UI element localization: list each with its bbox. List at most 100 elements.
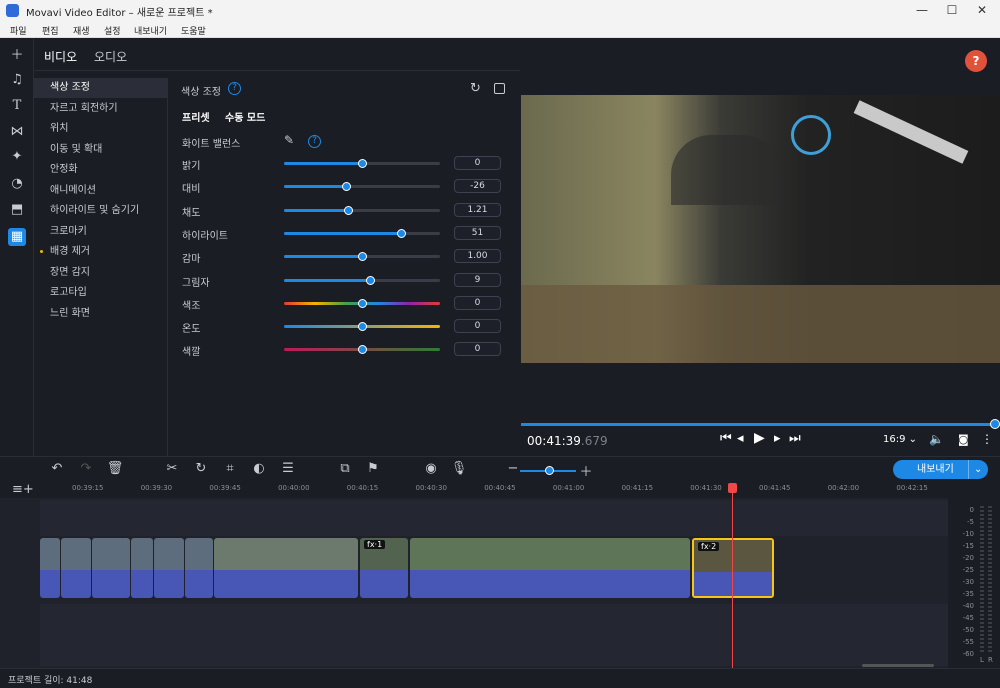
microphone-icon[interactable]: 🎙 — [450, 461, 468, 476]
crop-icon[interactable]: ⌗ — [221, 461, 239, 476]
zoom-in-icon[interactable]: ＋ — [577, 461, 595, 480]
category-scene-detect[interactable]: 장면 감지 — [34, 263, 168, 283]
help-icon[interactable]: ? — [228, 82, 241, 95]
category-crop-rotate[interactable]: 자르고 회전하기 — [34, 99, 168, 119]
plus-icon[interactable]: ＋ — [8, 47, 26, 65]
close-button[interactable]: ✕ — [972, 3, 992, 17]
reset-icon[interactable]: ↻ — [470, 81, 481, 96]
menu-export[interactable]: 내보내기 — [134, 24, 167, 37]
horizontal-scrollbar[interactable] — [862, 664, 934, 667]
adjust-slider[interactable] — [284, 298, 440, 308]
adjust-slider[interactable] — [284, 275, 440, 285]
fx-badge[interactable]: fx·1 — [364, 540, 386, 549]
tab-presets[interactable]: 프리셋 — [182, 109, 210, 124]
sticker-icon[interactable]: ✦ — [8, 148, 26, 166]
video-clip[interactable] — [185, 538, 213, 598]
undo-icon[interactable]: ↶ — [48, 461, 66, 476]
adjust-slider[interactable] — [284, 205, 440, 215]
slider-knob[interactable] — [397, 228, 406, 238]
fx-badge[interactable]: fx·2 — [698, 542, 720, 551]
menu-play[interactable]: 재생 — [73, 24, 90, 37]
skip-start-icon[interactable]: ⏮ — [720, 431, 732, 446]
transition-icon[interactable]: ⋈ — [8, 123, 26, 141]
tab-audio[interactable]: 오디오 — [94, 48, 127, 65]
slider-knob[interactable] — [358, 322, 367, 332]
playhead[interactable] — [732, 484, 733, 668]
help-icon[interactable]: ? — [308, 135, 321, 148]
category-slow-motion[interactable]: 느린 화면 — [34, 304, 168, 324]
video-clip[interactable] — [61, 538, 91, 598]
zoom-out-icon[interactable]: − — [504, 461, 522, 476]
effects-icon[interactable]: ▦ — [8, 228, 26, 246]
slider-value-input[interactable]: 0 — [454, 156, 501, 170]
slider-value-input[interactable]: 0 — [454, 342, 501, 357]
overlay-icon[interactable]: ⧉ — [336, 461, 354, 476]
adjust-slider[interactable] — [284, 228, 440, 238]
video-clip[interactable] — [92, 538, 130, 598]
category-pan-zoom[interactable]: 이동 및 확대 — [34, 140, 168, 160]
slider-value-input[interactable]: -26 — [454, 179, 501, 194]
menu-edit[interactable]: 편집 — [42, 24, 59, 37]
category-color-adjust[interactable]: 색상 조정 — [34, 78, 168, 98]
menu-settings[interactable]: 설정 — [104, 24, 121, 37]
menu-file[interactable]: 파일 — [10, 24, 27, 37]
video-clip[interactable] — [154, 538, 184, 598]
slider-knob[interactable] — [358, 345, 367, 355]
category-animation[interactable]: 애니메이션 — [34, 181, 168, 201]
video-clip[interactable] — [214, 538, 358, 598]
category-stabilize[interactable]: 안정화 — [34, 160, 168, 180]
more-icon[interactable]: ⋮ — [981, 432, 993, 446]
slider-knob[interactable] — [358, 252, 367, 262]
minimize-button[interactable]: — — [912, 3, 932, 17]
prev-frame-icon[interactable]: ◂ — [737, 431, 744, 446]
category-logo[interactable]: 로고타입 — [34, 283, 168, 303]
aspect-ratio-select[interactable]: 16:9 ⌄ — [883, 434, 917, 445]
music-track[interactable] — [40, 604, 948, 666]
clock-icon[interactable]: ◔ — [8, 175, 26, 193]
video-clip[interactable] — [40, 538, 60, 598]
adjust-slider[interactable] — [284, 322, 440, 332]
slider-value-input[interactable]: 1.00 — [454, 249, 501, 264]
eyedropper-icon[interactable]: ✎ — [284, 133, 294, 147]
video-clip[interactable] — [410, 538, 690, 598]
slider-value-input[interactable]: 51 — [454, 225, 501, 240]
slider-value-input[interactable]: 1.21 — [454, 202, 501, 217]
video-clip[interactable]: fx·1 — [360, 538, 408, 598]
time-ruler[interactable]: 00:39:15 00:39:30 00:39:45 00:40:00 00:40:15… — [40, 482, 948, 498]
video-clip[interactable] — [131, 538, 153, 598]
category-highlight-hide[interactable]: 하이라이트 및 숨기기 — [34, 201, 168, 221]
redo-icon[interactable]: ↷ — [77, 461, 95, 476]
slider-knob[interactable] — [365, 275, 375, 285]
menu-help[interactable]: 도움말 — [181, 24, 206, 37]
tab-video[interactable]: 비디오 — [44, 48, 77, 65]
skip-end-icon[interactable]: ⏭ — [789, 431, 801, 446]
music-icon[interactable]: ♫ — [8, 71, 26, 89]
help-button[interactable]: ? — [965, 50, 987, 72]
adjust-slider[interactable] — [284, 252, 440, 262]
text-icon[interactable]: T — [8, 97, 26, 115]
category-position[interactable]: 위치 — [34, 119, 168, 139]
webcam-icon[interactable]: ◉ — [422, 461, 440, 476]
cut-icon[interactable]: ✂ — [163, 461, 181, 476]
slider-knob[interactable] — [358, 159, 367, 168]
selected-video-clip[interactable]: fx·2 — [692, 538, 774, 598]
category-background-removal[interactable]: 배경 제거 — [34, 242, 168, 262]
export-icon[interactable]: ⬒ — [8, 201, 26, 219]
play-icon[interactable]: ▶ — [754, 430, 765, 446]
snapshot-icon[interactable]: ◙ — [958, 433, 969, 446]
volume-icon[interactable]: 🔈 — [929, 432, 944, 446]
text-track[interactable] — [40, 500, 948, 536]
slider-value-input[interactable]: 0 — [454, 319, 501, 334]
marker-icon[interactable]: ⚑ — [364, 461, 382, 476]
adjust-slider[interactable] — [284, 182, 440, 192]
video-track[interactable]: fx·1 fx·2 — [40, 538, 948, 600]
export-button[interactable]: 내보내기 ⌄ — [893, 460, 988, 479]
slider-knob[interactable] — [342, 182, 352, 192]
color-icon[interactable]: ◐ — [250, 461, 268, 476]
adjust-icon[interactable]: ☰ — [279, 461, 297, 476]
preview-progress-knob[interactable] — [990, 419, 1000, 429]
zoom-slider-knob[interactable] — [545, 466, 554, 475]
add-track-icon[interactable]: ≡+ — [12, 482, 34, 497]
next-frame-icon[interactable]: ▸ — [774, 431, 781, 446]
adjust-slider[interactable] — [284, 345, 440, 355]
